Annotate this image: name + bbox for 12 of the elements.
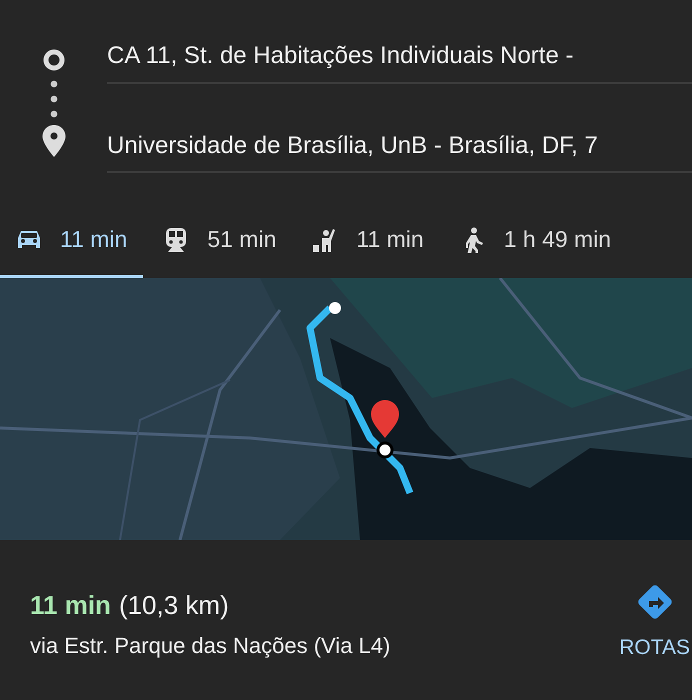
origin-field[interactable]: CA 11, St. de Habitações Individuais Norte -: [107, 30, 692, 84]
destination-field[interactable]: Universidade de Brasília, UnB - Brasília, DF, 7: [107, 84, 692, 173]
route-via-text: via Estr. Parque das Nações (Via L4): [30, 633, 390, 659]
origin-circle-icon: [42, 48, 66, 72]
location-pin-icon: [40, 124, 66, 158]
travel-mode-tab[interactable]: 51 min: [143, 226, 292, 278]
travel-mode-tab[interactable]: 11 min: [292, 226, 440, 278]
duration-text: 11 min: [30, 590, 111, 621]
dotted-line-icon: [50, 80, 58, 118]
distance-text: (10,3 km): [118, 590, 229, 621]
directions-button[interactable]: ROTAS: [617, 582, 692, 660]
travel-mode-tab[interactable]: 1 h 49 min: [440, 226, 628, 278]
